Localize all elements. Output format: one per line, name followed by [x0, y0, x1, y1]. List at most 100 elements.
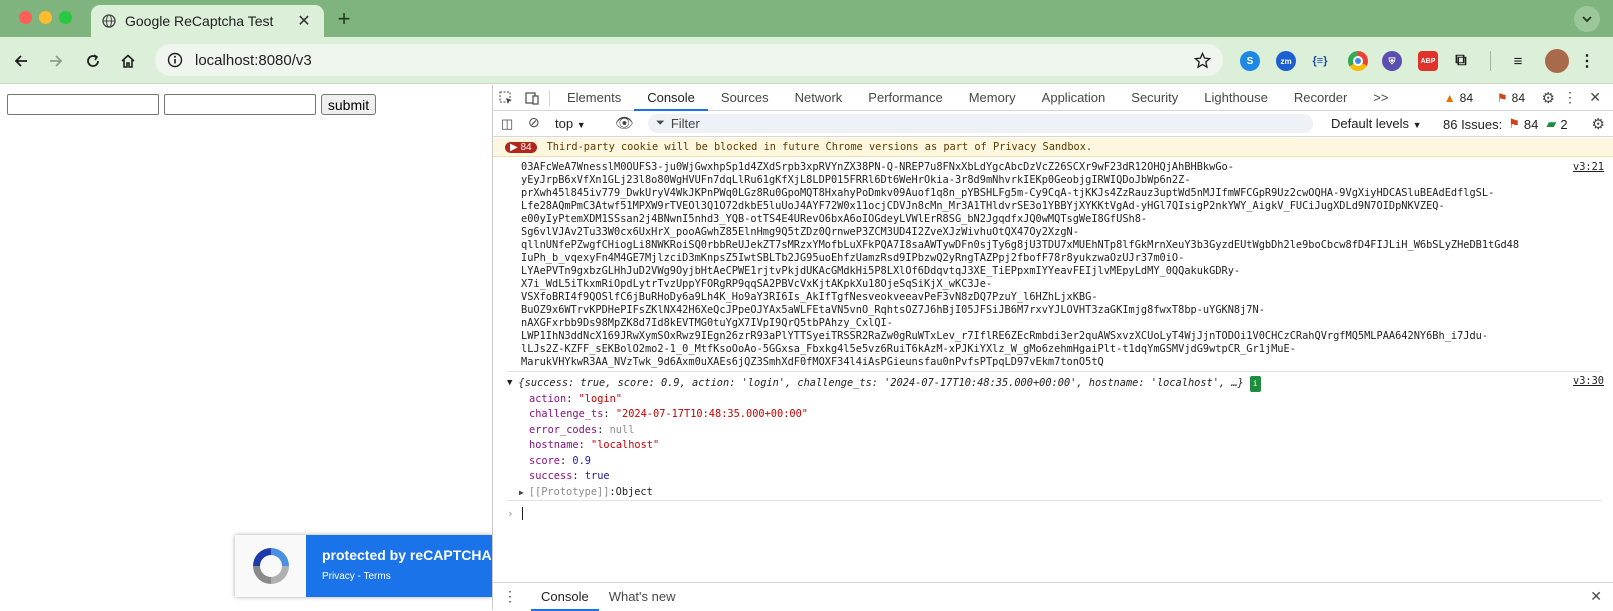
log-levels-dropdown[interactable]: Default levels ▼: [1331, 116, 1422, 131]
recaptcha-text: protected by reCAPTCHA Privacy - Terms: [306, 535, 492, 597]
address-bar[interactable]: localhost:8080/v3: [155, 44, 1223, 76]
object-source-link[interactable]: v3:30: [1573, 375, 1604, 387]
drawer-menu-icon[interactable]: ⋮: [503, 588, 517, 605]
expand-arrow-icon[interactable]: ▶: [519, 485, 524, 501]
tab-search-button[interactable]: [1574, 6, 1600, 32]
object-property-row[interactable]: score: 0.9: [529, 454, 1261, 470]
back-button[interactable]: [7, 47, 35, 75]
tab-recorder[interactable]: Recorder: [1281, 85, 1360, 111]
dropdown-arrow-icon: ▼: [1412, 120, 1422, 130]
warnings-counter[interactable]: ▲ 84: [1444, 91, 1473, 105]
token-line: Lfe28AQmPmC3Atwf51MPXW9rTVEOl3Q1O72dkbE5…: [521, 200, 1445, 212]
maximize-window-button[interactable]: [59, 11, 72, 24]
cookie-warning-group[interactable]: ▶ 84 Third-party cookie will be blocked …: [493, 138, 1613, 157]
error-flag-icon: ⚑: [1496, 91, 1508, 105]
inspect-element-icon[interactable]: [493, 85, 519, 111]
object-property-row[interactable]: challenge_ts: "2024-07-17T10:48:35.000+0…: [529, 407, 1261, 423]
close-devtools-icon[interactable]: ✕: [1589, 89, 1601, 106]
new-tab-button[interactable]: +: [332, 6, 356, 32]
tab-title: Google ReCaptcha Test: [125, 13, 274, 29]
more-vert-icon[interactable]: ⋮: [1577, 51, 1597, 71]
property-key: action: [529, 392, 567, 405]
token-line: MarukVHYkwR3AA_NVzTwk_9d6Axm0uXAEs6jQZ3S…: [521, 356, 1104, 368]
clear-console-icon[interactable]: ⊘: [528, 114, 540, 131]
url-text[interactable]: localhost:8080/v3: [195, 52, 1194, 69]
home-icon: [121, 54, 135, 68]
token-line: nAXGFxrbb9Ds98MpZK8d7Id8kEVTMG0tuYgX7IVp…: [521, 317, 893, 329]
token-line: lLJs2Z-KZFF_sEKBolO2mo2-1_0_MtfKsoOoAo-5…: [521, 343, 1296, 355]
prototype-row[interactable]: ▶ [[Prototype]]: Object: [507, 485, 1261, 501]
tab-memory[interactable]: Memory: [956, 85, 1029, 111]
extension-s-icon[interactable]: S: [1240, 51, 1260, 71]
console-settings-icon[interactable]: ⚙: [1592, 115, 1605, 133]
console-prompt[interactable]: ›: [507, 507, 523, 520]
extension-json-icon[interactable]: {≡}: [1310, 51, 1330, 71]
errors-counter[interactable]: ⚑ 84: [1497, 91, 1525, 105]
object-property-row[interactable]: success: true: [529, 469, 1261, 485]
reload-button[interactable]: [79, 47, 107, 75]
drawer-tab-whats-new[interactable]: What's new: [599, 589, 686, 604]
tab-strip: Google ReCaptcha Test ✕ +: [0, 0, 1613, 37]
home-button[interactable]: [114, 47, 142, 75]
tab-elements[interactable]: Elements: [554, 85, 634, 111]
token-line: IuPh_b_vqexyFn4M4GE7MjlzciD3mKnpsZ5IwtSB…: [521, 252, 1185, 264]
text-input-2[interactable]: [164, 94, 316, 115]
object-property-row[interactable]: error_codes: null: [529, 423, 1261, 439]
forward-button[interactable]: [42, 47, 70, 75]
adblock-icon[interactable]: ABP: [1418, 51, 1438, 71]
drawer-tab-console[interactable]: Console: [531, 583, 599, 611]
issues-counter[interactable]: 86 Issues: ⚑ 84 ▰ 2: [1443, 116, 1568, 132]
more-tabs-button[interactable]: >>: [1360, 85, 1401, 111]
filter-input[interactable]: ⏷ Filter: [648, 114, 1313, 133]
close-tab-icon[interactable]: ✕: [294, 11, 314, 31]
site-info-icon[interactable]: [167, 52, 183, 68]
tab-sources[interactable]: Sources: [708, 85, 782, 111]
settings-gear-icon[interactable]: ⚙: [1542, 89, 1555, 107]
close-drawer-icon[interactable]: ✕: [1590, 588, 1602, 605]
sidebar-toggle-icon[interactable]: ◫: [501, 116, 513, 132]
browser-tab[interactable]: Google ReCaptcha Test ✕: [91, 5, 324, 37]
recaptcha-badge[interactable]: protected by reCAPTCHA Privacy - Terms: [235, 535, 492, 597]
expand-arrow-icon[interactable]: ▼: [507, 376, 512, 392]
extension-zm-icon[interactable]: zm: [1276, 51, 1296, 71]
extension-shield-icon[interactable]: ⛨: [1382, 51, 1402, 71]
submit-button[interactable]: submit: [321, 94, 376, 115]
object-property-row[interactable]: hostname: "localhost": [529, 438, 1261, 454]
response-object[interactable]: ▼ {success: true, score: 0.9, action: 'l…: [507, 376, 1261, 500]
tab-performance[interactable]: Performance: [855, 85, 955, 111]
tab-network[interactable]: Network: [782, 85, 856, 111]
close-window-button[interactable]: [19, 11, 32, 24]
arrow-left-icon: [14, 55, 27, 67]
tab-console[interactable]: Console: [634, 85, 708, 111]
token-line: yEyJrpB6xVfXn1GLj23l8o80WgHVUFn7dqLlRu61…: [521, 174, 1191, 186]
eye-icon[interactable]: 👁: [615, 114, 634, 132]
warning-group-badge: ▶ 84: [505, 141, 537, 153]
property-value: "2024-07-17T10:48:35.000+00:00": [615, 408, 808, 420]
devtools-menu-icon[interactable]: ⋮: [1563, 89, 1577, 106]
bookmark-star-icon[interactable]: [1194, 51, 1211, 69]
log-divider: [507, 500, 1602, 501]
reading-list-icon[interactable]: ≡: [1508, 51, 1528, 71]
text-input-1[interactable]: [7, 94, 159, 115]
token-line: LWP1IhN3ddNcX169JRwXymSOxRwz9IEgn26zrR93…: [521, 330, 1489, 342]
object-property-row[interactable]: action: "login": [529, 392, 1261, 408]
info-icon[interactable]: i: [1249, 376, 1261, 392]
token-line: 03AFcWeA7WnesslM0OUFS3-ju0WjGwxhpSp1d4ZX…: [521, 161, 1234, 173]
extension-color-icon[interactable]: [1348, 51, 1368, 71]
object-summary-row[interactable]: ▼ {success: true, score: 0.9, action: 'l…: [507, 376, 1261, 392]
context-selector[interactable]: top ▼: [555, 116, 586, 131]
recaptcha-token-log[interactable]: 03AFcWeA7WnesslM0OUFS3-ju0WjGwxhpSp1d4ZX…: [521, 161, 1581, 369]
tab-application[interactable]: Application: [1029, 85, 1119, 111]
puzzle-icon[interactable]: ⧉: [1451, 51, 1471, 71]
divider: [549, 89, 550, 106]
tab-lighthouse[interactable]: Lighthouse: [1191, 85, 1281, 111]
object-properties: action: "login" challenge_ts: "2024-07-17…: [507, 392, 1261, 485]
recaptcha-links[interactable]: Privacy - Terms: [322, 571, 492, 582]
device-toolbar-icon[interactable]: [519, 85, 545, 111]
minimize-window-button[interactable]: [39, 11, 52, 24]
property-value: true: [584, 470, 610, 482]
avatar[interactable]: [1545, 49, 1569, 73]
arrow-right-icon: [50, 55, 63, 67]
tab-security[interactable]: Security: [1118, 85, 1191, 111]
console-output: ▶ 84 Third-party cookie will be blocked …: [493, 138, 1613, 582]
